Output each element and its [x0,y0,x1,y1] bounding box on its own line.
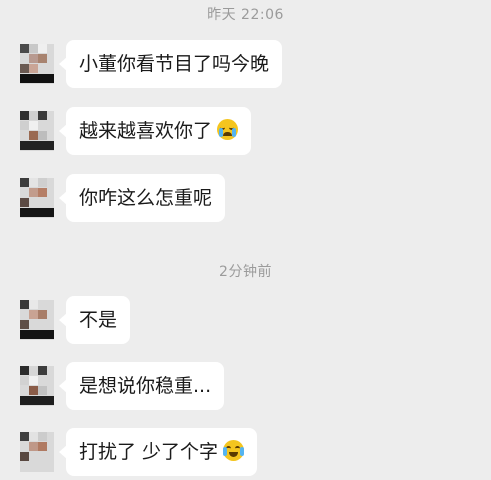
avatar[interactable] [20,300,54,340]
message-row: 打扰了 少了个字 [0,428,491,480]
message-row: 小董你看节目了吗今晚 [0,40,491,92]
message-bubble[interactable]: 打扰了 少了个字 [58,428,258,476]
message-bubble[interactable]: 是想说你稳重... [58,362,225,410]
crying-face-icon [217,119,239,140]
timestamp: 昨天 22:06 [207,7,284,23]
message-text: 越来越喜欢你了 [79,120,213,142]
message-bubble[interactable]: 越来越喜欢你了 [58,107,252,155]
avatar[interactable] [20,432,54,472]
message-bubble[interactable]: 你咋这么怎重呢 [58,174,226,222]
chat-area: 昨天 22:06 小董你看节目了吗今晚 越来越喜欢你了 你咋这么怎重呢 2分钟前… [0,0,491,476]
message-row: 你咋这么怎重呢 [0,174,491,226]
message-text: 不是 [79,309,118,331]
avatar[interactable] [20,366,54,406]
laughing-tears-icon [223,440,245,461]
message-bubble[interactable]: 小董你看节目了吗今晚 [58,40,283,88]
message-text: 你咋这么怎重呢 [79,187,213,209]
message-text: 小董你看节目了吗今晚 [79,53,270,75]
message-text: 打扰了 少了个字 [79,441,219,463]
message-row: 越来越喜欢你了 [0,107,491,159]
timestamp: 2分钟前 [219,264,272,280]
message-row: 不是 [0,296,491,348]
message-text: 是想说你稳重... [79,375,212,397]
message-row: 是想说你稳重... [0,362,491,414]
avatar[interactable] [20,111,54,151]
avatar[interactable] [20,44,54,84]
avatar[interactable] [20,178,54,218]
message-bubble[interactable]: 不是 [58,296,131,344]
